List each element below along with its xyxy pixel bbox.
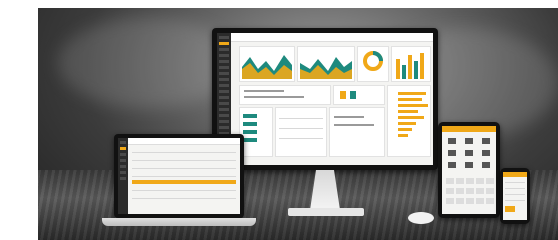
smoke <box>58 18 238 108</box>
bar <box>402 65 406 79</box>
tablet-grid <box>446 138 494 204</box>
bar-chart <box>396 53 424 79</box>
tablet <box>438 122 500 218</box>
area-chart <box>242 55 292 79</box>
table-card <box>239 107 273 157</box>
sidebar <box>118 138 128 214</box>
area-chart <box>300 57 352 79</box>
chart-card <box>329 107 385 157</box>
laptop-screen <box>118 138 240 214</box>
area-chart-card <box>239 46 295 82</box>
background-photo <box>38 8 558 240</box>
donut-chart <box>363 51 383 71</box>
phone-header <box>503 172 527 177</box>
bar <box>408 55 412 79</box>
bar-chart-card <box>391 46 431 82</box>
mouse <box>408 212 434 224</box>
bar <box>414 61 418 79</box>
monitor <box>212 28 438 170</box>
phone-screen <box>503 172 527 220</box>
phone-button <box>505 206 515 212</box>
highlight-row <box>132 180 236 184</box>
tablet-header <box>442 126 496 132</box>
topbar <box>128 138 240 145</box>
table-card <box>275 107 327 157</box>
area-chart-card <box>297 46 355 82</box>
laptop-base <box>102 218 256 226</box>
bar <box>396 59 400 79</box>
canvas <box>0 0 558 240</box>
info-card <box>333 85 385 105</box>
phone <box>500 168 530 224</box>
bar <box>420 53 424 79</box>
laptop <box>114 134 244 218</box>
monitor-screen <box>217 33 433 165</box>
info-card <box>239 85 331 105</box>
horizontal-bar-card <box>387 85 431 157</box>
donut-card <box>357 46 389 82</box>
monitor-base <box>288 208 364 216</box>
donut-segment <box>372 51 383 62</box>
tablet-screen <box>442 126 496 214</box>
topbar <box>231 33 433 42</box>
